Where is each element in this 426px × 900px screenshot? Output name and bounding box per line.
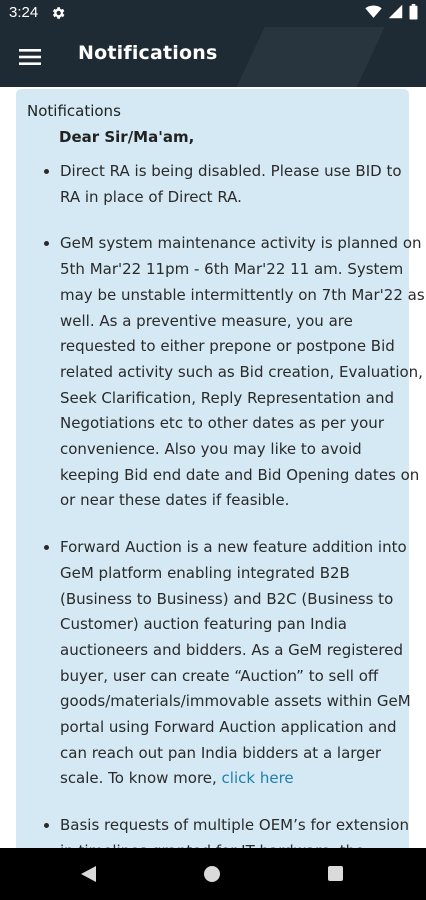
greeting: Dear Sir/Ma'am, — [59, 128, 195, 146]
app-bar: Notifications — [0, 27, 426, 87]
status-time: 3:24 — [9, 4, 39, 21]
battery-icon — [409, 3, 418, 24]
panel-heading: Notifications — [27, 102, 121, 120]
signal-icon — [388, 4, 403, 23]
status-bar: 3:24 — [0, 0, 426, 27]
notice-list: Direct RA is being disabled. Please use … — [36, 159, 425, 848]
notice-text: GeM system maintenance activity is plann… — [60, 234, 425, 510]
notifications-panel: Notifications Dear Sir/Ma'am, Direct RA … — [16, 89, 425, 848]
gear-icon — [50, 5, 66, 21]
hamburger-menu-icon — [19, 49, 41, 65]
click-here-link[interactable]: click here — [222, 769, 294, 787]
menu-button[interactable] — [12, 40, 48, 74]
home-icon[interactable] — [204, 866, 220, 882]
list-item: Direct RA is being disabled. Please use … — [60, 159, 425, 210]
list-item: GeM system maintenance activity is plann… — [60, 231, 425, 514]
notifications-content[interactable]: Notifications Dear Sir/Ma'am, Direct RA … — [0, 87, 426, 848]
notice-text: Basis requests of multiple OEM’s for ext… — [60, 816, 409, 848]
notice-text: Forward Auction is a new feature additio… — [60, 538, 411, 788]
list-item: Basis requests of multiple OEM’s for ext… — [60, 813, 425, 848]
notice-text: Direct RA is being disabled. Please use … — [60, 162, 402, 206]
page-title: Notifications — [78, 42, 218, 64]
navigation-bar — [0, 848, 426, 900]
back-icon[interactable] — [80, 865, 97, 887]
app-bar-decoration — [218, 27, 394, 87]
wifi-icon — [365, 4, 382, 23]
list-item: Forward Auction is a new feature additio… — [60, 535, 425, 792]
status-icons — [365, 3, 418, 24]
recents-icon[interactable] — [328, 866, 343, 881]
